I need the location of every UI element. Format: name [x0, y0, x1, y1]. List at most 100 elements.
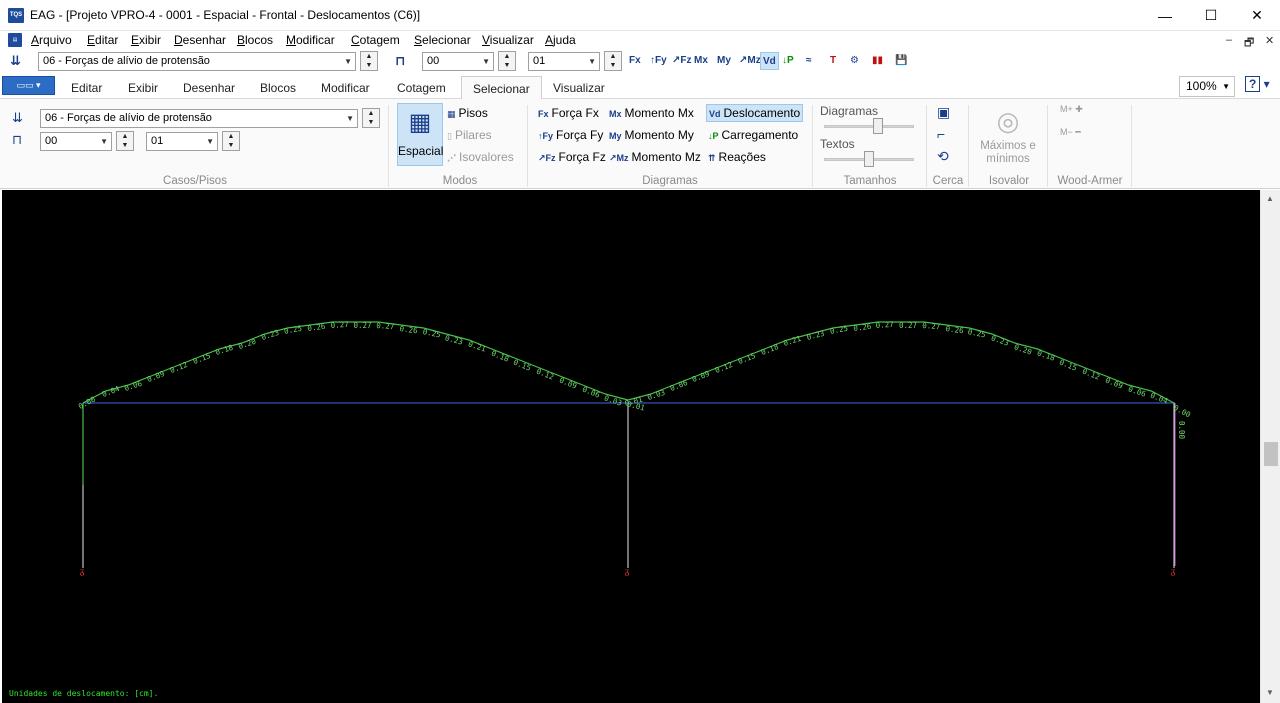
momento-mx-button[interactable]: Mx Momento Mx — [609, 106, 694, 120]
ribbon-tabs: ▭▭ ▾ Editar Exibir Desenhar Blocos Modif… — [0, 75, 1280, 100]
displacement-icon: Vd — [709, 109, 721, 119]
tab-desenhar[interactable]: Desenhar — [183, 81, 235, 95]
ribbon-floor-to-spinner[interactable]: ▲ ▼ — [222, 131, 240, 151]
forca-fy-label: Força Fy — [556, 128, 604, 142]
ribbon-floor-from-spinner[interactable]: ▲ ▼ — [116, 131, 134, 151]
group-separator — [968, 105, 969, 187]
doc-icon[interactable]: ▤ — [8, 33, 22, 47]
textos-size-thumb[interactable] — [864, 151, 874, 167]
menu-cotagem[interactable]: Cotagem — [351, 33, 400, 47]
menu-ajuda[interactable]: Ajuda — [545, 33, 576, 47]
help-button[interactable]: ? ▾ — [1245, 76, 1272, 96]
deslocamento-button[interactable]: Vd Deslocamento — [706, 104, 804, 122]
group-label-modos: Modos — [442, 175, 478, 187]
save-icon[interactable]: 💾 — [895, 52, 907, 70]
menu-blocos[interactable]: Blocos — [237, 33, 273, 47]
menu-desenhar[interactable]: Desenhar — [174, 33, 226, 47]
floor-from-select[interactable]: 00 ▼ — [422, 52, 494, 71]
settings-icon[interactable]: ⚙ — [850, 52, 859, 70]
espacial-button[interactable]: ▦ Espacial — [397, 103, 443, 166]
file-tab[interactable]: ▭▭ ▾ — [2, 76, 55, 95]
tab-modificar[interactable]: Modificar — [321, 81, 370, 95]
close-button[interactable]: ✕ — [1234, 0, 1280, 31]
tab-blocos[interactable]: Blocos — [260, 81, 296, 95]
displacement-icon[interactable]: Vd — [760, 52, 779, 70]
drawing-canvas[interactable]: ᵹ ᵹ ᵹ 0.00 0.04 0.06 0.09 0.12 0.15 0.18 0.20 0.… — [2, 190, 1260, 703]
fence-clear-icon[interactable]: ⟲ — [937, 148, 949, 165]
carregamento-button[interactable]: ↓P Carregamento — [708, 128, 798, 142]
fy-icon[interactable]: ↑Fy — [650, 52, 667, 70]
floor-to-spinner[interactable]: ▲ ▼ — [604, 51, 622, 71]
mx-icon[interactable]: Mx — [694, 52, 708, 70]
forca-fz-button[interactable]: ↗Fz Força Fz — [538, 150, 606, 164]
menu-editar[interactable]: Editar — [87, 33, 118, 47]
mdi-close-button[interactable]: ✕ — [1265, 34, 1274, 47]
group-label-casos-pisos: Casos/Pisos — [163, 175, 227, 187]
menu-visualizar[interactable]: Visualizar — [482, 33, 534, 47]
chevron-down-icon: ▼ — [344, 57, 352, 66]
displacement-label-left-11: 0.27 — [330, 319, 349, 330]
group-label-wood-armer: Wood-Armer — [1057, 175, 1123, 187]
mz-icon: ↗Mz — [609, 153, 629, 163]
momento-my-button[interactable]: My Momento My — [609, 128, 694, 142]
reactions-icon[interactable]: ≈ — [806, 52, 812, 70]
tab-exibir[interactable]: Exibir — [128, 81, 158, 95]
menu-arquivo[interactable]: Arquivo — [31, 33, 72, 47]
beam-icon[interactable]: T — [830, 52, 836, 70]
title-bar: TQS EAG - [Projeto VPRO-4 - 0001 - Espac… — [0, 0, 1280, 31]
colors-icon[interactable]: ▮▮ — [872, 52, 883, 70]
case-spinner[interactable]: ▲ ▼ — [360, 51, 378, 71]
mdi-minimize-button[interactable]: – — [1226, 34, 1232, 46]
floor-from-spinner[interactable]: ▲ ▼ — [498, 51, 516, 71]
fence-select-icon[interactable]: ▣ — [937, 104, 950, 121]
forca-fy-button[interactable]: ↑Fy Força Fy — [538, 128, 603, 142]
isovalores-button[interactable]: ⋰ Isovalores — [447, 150, 514, 164]
maximize-button[interactable]: ☐ — [1188, 0, 1234, 31]
my-icon[interactable]: My — [717, 52, 731, 70]
pilares-button[interactable]: ▯ Pilares — [447, 128, 492, 142]
momento-mz-button[interactable]: ↗Mz Momento Mz — [609, 150, 701, 164]
fx-icon[interactable]: Fx — [629, 52, 641, 70]
scroll-down-icon[interactable]: ▼ — [1266, 688, 1274, 697]
reacoes-button[interactable]: ⇈ Reações — [708, 150, 766, 164]
tab-cotagem[interactable]: Cotagem — [397, 81, 446, 95]
my-icon: My — [609, 131, 622, 141]
max-min-button[interactable]: Máximos e mínimos — [975, 140, 1041, 166]
scroll-up-icon[interactable]: ▲ — [1266, 194, 1274, 203]
max-min-icon[interactable]: ◎ — [990, 105, 1026, 137]
diagramas-size-thumb[interactable] — [873, 118, 883, 134]
support-right-icon: ᵹ — [1171, 567, 1175, 577]
pilares-label: Pilares — [454, 128, 492, 142]
group-separator — [527, 105, 528, 187]
forca-fx-button[interactable]: Fx Força Fx — [538, 106, 599, 120]
ribbon-case-spinner[interactable]: ▲ ▼ — [362, 108, 380, 128]
ribbon-case-value: 06 - Forças de alívio de protensão — [45, 112, 212, 124]
minimize-button[interactable]: — — [1142, 0, 1188, 31]
menu-exibir[interactable]: Exibir — [131, 33, 161, 47]
mz-icon[interactable]: ↗Mz — [739, 52, 761, 70]
load-icon: ↓P — [708, 131, 719, 141]
floor-to-select[interactable]: 01 ▼ — [528, 52, 600, 71]
scroll-thumb[interactable] — [1264, 442, 1278, 466]
load-icon[interactable]: ↓P — [782, 52, 794, 70]
menu-selecionar[interactable]: Selecionar — [414, 33, 471, 47]
diagramas-size-slider[interactable] — [824, 125, 914, 128]
tab-visualizar[interactable]: Visualizar — [553, 81, 605, 95]
wood-armer-plus-icon[interactable]: M+ ✚ — [1060, 104, 1083, 115]
tab-selecionar[interactable]: Selecionar — [461, 76, 542, 100]
tab-editar[interactable]: Editar — [71, 81, 102, 95]
ribbon-floor-to-select[interactable]: 01 ▼ — [146, 132, 218, 151]
pisos-button[interactable]: ▦ Pisos — [447, 106, 488, 120]
group-separator — [388, 105, 389, 187]
zoom-select[interactable]: 100% ▼ — [1179, 76, 1235, 97]
fz-icon[interactable]: ↗Fz — [672, 52, 692, 70]
vertical-scrollbar[interactable]: ▲ ▼ — [1260, 190, 1280, 703]
wood-armer-minus-icon[interactable]: M− ━ — [1060, 127, 1081, 138]
ribbon-case-select[interactable]: 06 - Forças de alívio de protensão ▼ — [40, 109, 358, 128]
ribbon-floor-from-select[interactable]: 00 ▼ — [40, 132, 112, 151]
fence-add-icon[interactable]: ⌐ — [937, 126, 945, 142]
momento-my-label: Momento My — [624, 128, 694, 142]
case-select[interactable]: 06 - Forças de alívio de protensão ▼ — [38, 52, 356, 71]
max-min-label-2: mínimos — [986, 153, 1030, 165]
menu-modificar[interactable]: Modificar — [286, 33, 335, 47]
